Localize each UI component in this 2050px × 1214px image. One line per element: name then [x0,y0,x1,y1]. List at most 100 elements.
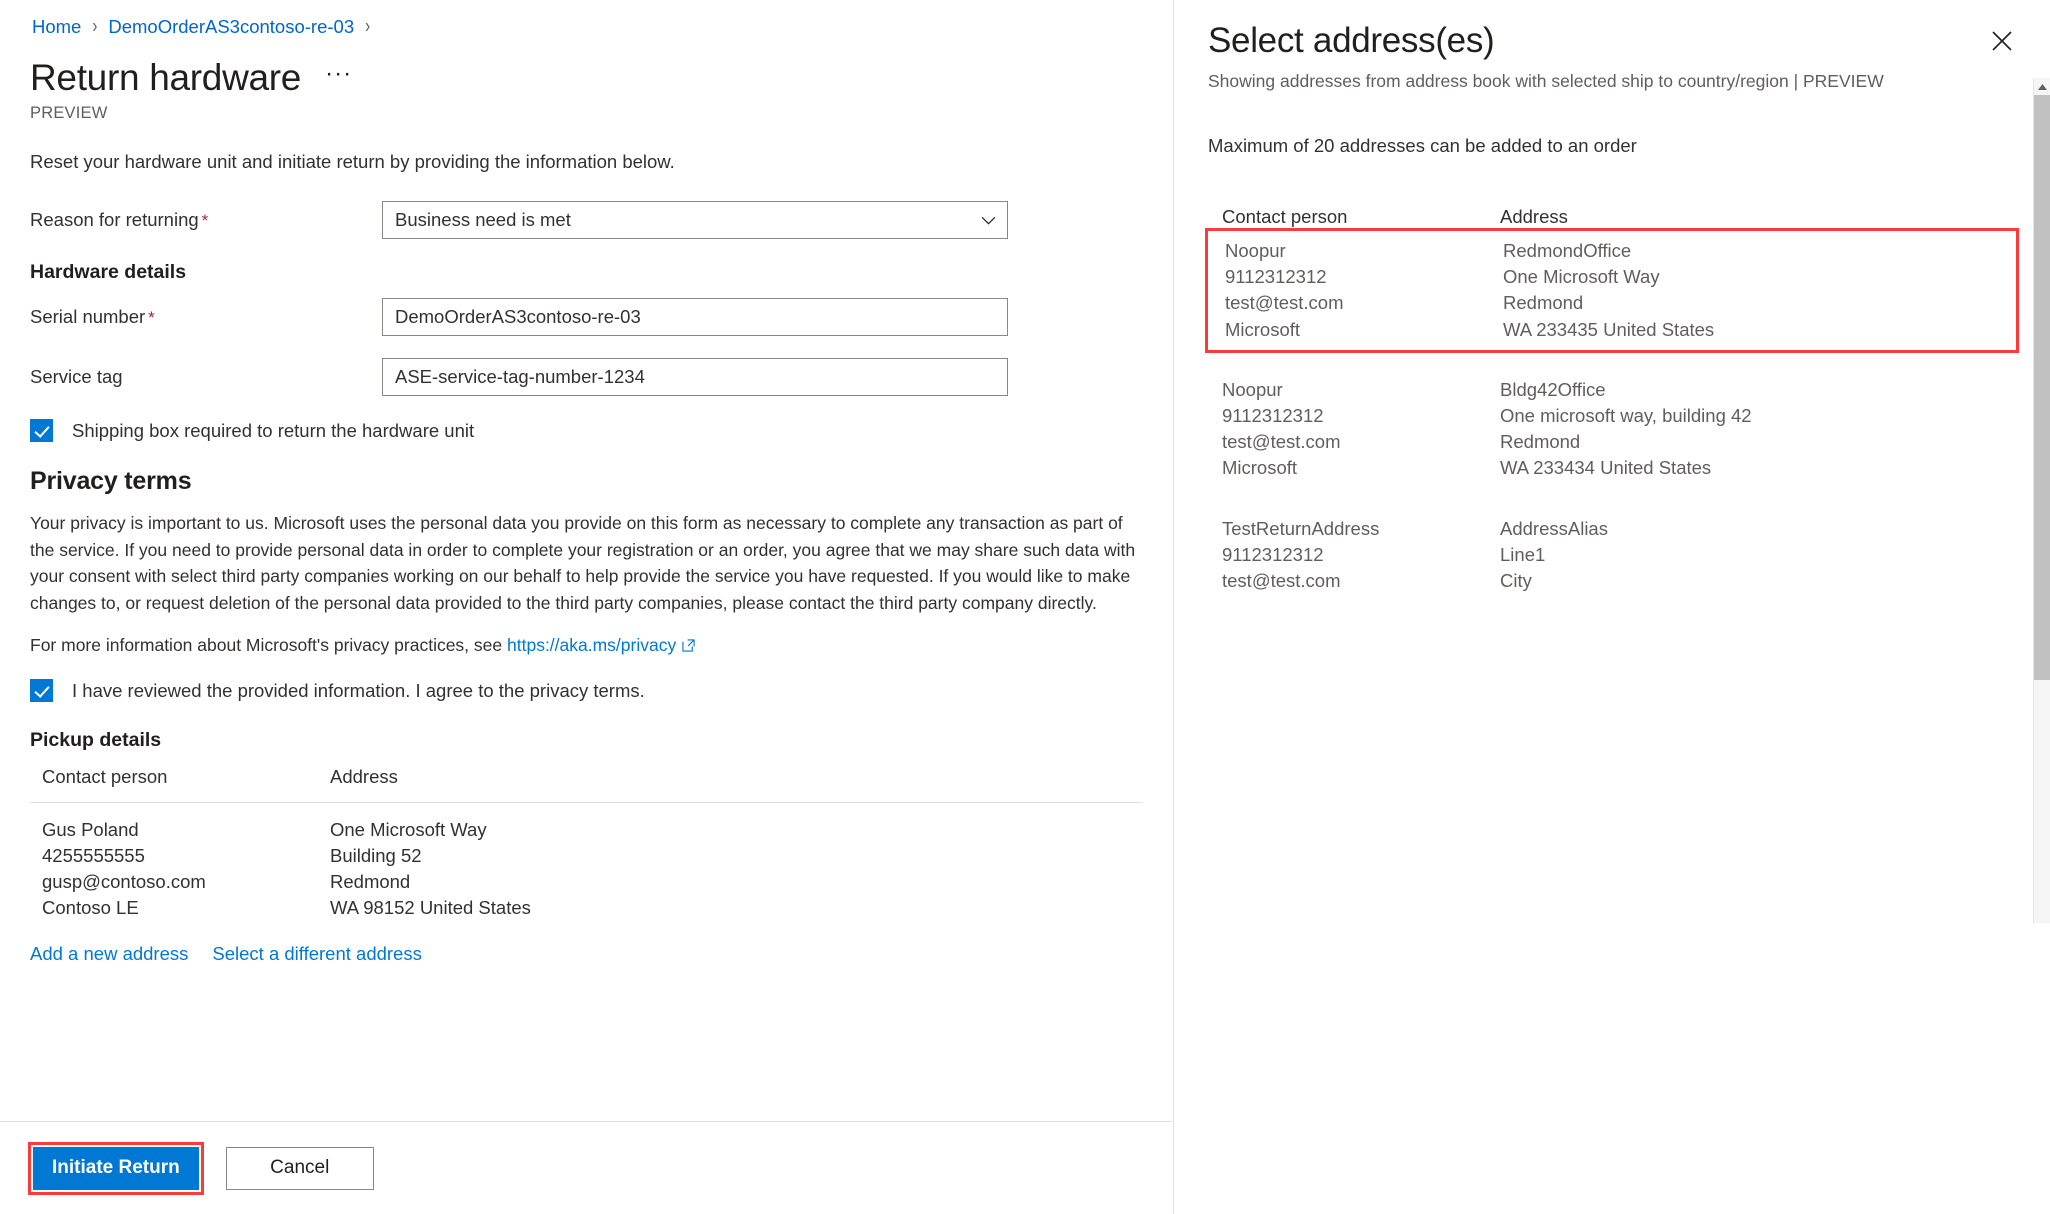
serial-row: Serial number * DemoOrderAS3contoso-re-03 [30,298,1142,336]
breadcrumb-order[interactable]: DemoOrderAS3contoso-re-03 [108,14,354,40]
left-pane-content: Home › DemoOrderAS3contoso-re-03 › Retur… [0,0,1172,965]
breadcrumb: Home › DemoOrderAS3contoso-re-03 › [30,14,1142,40]
address-list: Contact person Address Noopur 9112312312… [1174,206,2050,604]
address-contact-line: Noopur [1222,378,1283,400]
return-hardware-pane: Home › DemoOrderAS3contoso-re-03 › Retur… [0,0,1172,1214]
privacy-consent-checkbox[interactable] [30,679,53,702]
add-new-address-link[interactable]: Add a new address [30,943,188,965]
more-options-icon[interactable]: ··· [321,62,356,93]
address-col-contact: Contact person [1222,206,1348,227]
address-address-line: Line1 [1500,543,1546,565]
panel-title: Select address(es) [1208,21,1495,60]
left-cancel-button[interactable]: Cancel [225,1146,374,1190]
list-item[interactable]: Noopur 9112312312 test@test.com Microsof… [1208,367,2016,492]
preview-badge: PREVIEW [30,104,108,122]
app-root: Home › DemoOrderAS3contoso-re-03 › Retur… [0,0,2050,1214]
serial-number-value: DemoOrderAS3contoso-re-03 [395,306,641,327]
reason-dropdown[interactable]: Business need is met [382,201,1008,239]
address-contact-cell: TestReturnAddress 9112312312 test@test.c… [1222,516,1500,595]
address-contact-line: test@test.com [1225,292,1344,314]
page-title: Return hardware [30,57,302,98]
hardware-details-heading: Hardware details [30,261,187,283]
address-actions: Add a new address Select a different add… [30,943,1142,965]
privacy-terms-heading: Privacy terms [30,467,192,495]
pickup-table-header: Contact person Address [30,766,1142,802]
pickup-contact-line: Contoso LE [42,897,139,918]
address-address-line: One microsoft way, building 42 [1500,405,1752,427]
address-address-line: Redmond [1503,292,1584,314]
address-address-line: WA 233435 United States [1503,318,1715,340]
address-address-line: City [1500,570,1532,592]
privacy-more-info: For more information about Microsoft's p… [30,632,1142,658]
privacy-paragraph: Your privacy is important to us. Microso… [30,513,1136,613]
reason-row: Reason for returning * Business need is m… [30,201,1142,239]
pickup-contact-cell: Gus Poland 4255555555 gusp@contoso.com C… [42,817,330,921]
address-contact-line: TestReturnAddress [1222,517,1380,539]
serial-label-text: Serial number [30,305,146,327]
panel-scrollbar[interactable] [2033,78,2050,923]
select-different-address-link[interactable]: Select a different address [212,943,421,965]
privacy-policy-link[interactable]: https://aka.ms/privacy [507,635,676,655]
service-tag-label: Service tag [30,366,123,387]
intro-text: Reset your hardware unit and initiate re… [30,151,675,172]
reason-label: Reason for returning * [30,207,382,234]
left-footer-bar: Initiate Return Cancel [0,1121,1172,1214]
address-contact-line: Microsoft [1222,457,1298,479]
address-contact-line: test@test.com [1222,431,1341,453]
panel-subtitle: Showing addresses from address book with… [1208,71,1884,91]
privacy-more-info-text: For more information about Microsoft's p… [30,635,507,655]
panel-header: Select address(es) Showing addresses fro… [1174,0,2050,159]
pickup-col-address: Address [330,766,398,787]
breadcrumb-separator-icon: › [92,14,98,38]
address-contact-cell: Noopur 9112312312 test@test.com Microsof… [1222,377,1500,482]
pickup-address-line: One Microsoft Way [330,819,487,840]
privacy-consent-label: I have reviewed the provided information… [72,680,645,701]
chevron-down-icon [981,216,996,225]
address-contact-line: Microsoft [1225,318,1301,340]
address-contact-line: test@test.com [1222,570,1341,592]
address-col-address: Address [1500,206,1568,227]
panel-note: Maximum of 20 addresses can be added to … [1208,135,1637,156]
pickup-details-heading: Pickup details [30,729,162,751]
address-address-line: RedmondOffice [1503,240,1632,261]
address-address-line: Bldg42Office [1500,378,1606,400]
pickup-col-contact: Contact person [42,766,168,787]
address-address-cell: Bldg42Office One microsoft way, building… [1500,377,2016,482]
breadcrumb-separator-icon-2: › [365,14,371,38]
pickup-contact-line: 4255555555 [42,845,145,866]
title-row: Return hardware ··· [30,54,1142,102]
service-tag-input[interactable]: ASE-service-tag-number-1234 [382,358,1008,396]
service-tag-value: ASE-service-tag-number-1234 [395,366,645,387]
address-address-line: Redmond [1500,431,1581,453]
list-item[interactable]: TestReturnAddress 9112312312 test@test.c… [1208,506,2016,605]
scroll-up-icon[interactable] [2034,78,2050,95]
breadcrumb-home[interactable]: Home [32,14,81,40]
external-link-icon [682,639,695,652]
service-tag-row: Service tag ASE-service-tag-number-1234 [30,358,1142,396]
address-contact-line: Noopur [1225,240,1286,261]
address-address-cell: RedmondOffice One Microsoft Way Redmond … [1503,238,2016,343]
address-contact-line: 9112312312 [1222,543,1324,565]
address-contact-cell: Noopur 9112312312 test@test.com Microsof… [1225,238,1503,343]
pickup-contact-line: gusp@contoso.com [42,871,206,892]
select-addresses-panel: Select address(es) Showing addresses fro… [1173,0,2050,1214]
shipping-box-label: Shipping box required to return the hard… [72,420,475,441]
pickup-address-line: Building 52 [330,845,422,866]
serial-number-input[interactable]: DemoOrderAS3contoso-re-03 [382,298,1008,336]
shipping-box-checkbox-row[interactable]: Shipping box required to return the hard… [30,418,1142,443]
address-address-line: WA 233434 United States [1500,457,1712,479]
list-item[interactable]: Noopur 9112312312 test@test.com Microsof… [1205,228,2019,353]
required-indicator-2: * [148,307,155,327]
scrollbar-thumb[interactable] [2034,95,2050,680]
address-address-cell: AddressAlias Line1 City [1500,516,2016,595]
shipping-box-checkbox[interactable] [30,419,53,442]
pickup-address-line: WA 98152 United States [330,897,531,918]
initiate-return-button[interactable]: Initiate Return [33,1146,199,1190]
required-indicator: * [201,210,209,230]
privacy-consent-row[interactable]: I have reviewed the provided information… [30,678,1142,703]
reason-value: Business need is met [395,209,571,230]
pickup-details-table: Contact person Address Gus Poland 425555… [30,766,1142,927]
serial-label: Serial number * [30,304,382,331]
close-icon[interactable] [1987,26,2017,56]
address-address-line: AddressAlias [1500,517,1608,539]
